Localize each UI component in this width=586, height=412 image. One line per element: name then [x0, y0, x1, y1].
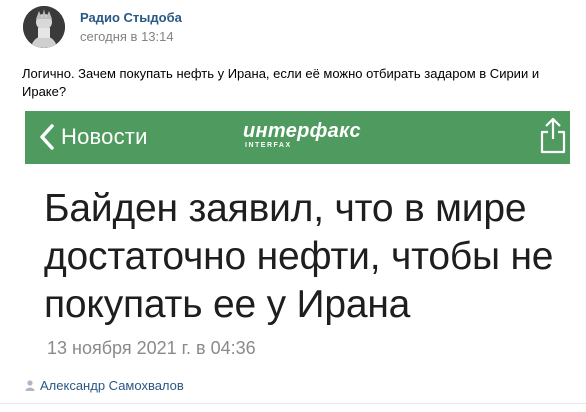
post-author-link[interactable]: Радио Стыдоба	[80, 10, 182, 25]
back-button[interactable]: Новости	[39, 121, 148, 153]
back-label: Новости	[61, 124, 148, 149]
post-divider	[0, 403, 586, 404]
attached-screenshot[interactable]: Новости интерфакс INTERFAX Байден заявил…	[22, 111, 570, 371]
article-date: 13 ноября 2021 г. в 04:36	[47, 338, 256, 358]
article-headline: Байден заявил, что в мире достаточно неф…	[44, 187, 554, 326]
post-signer[interactable]: Александр Самохвалов	[25, 378, 184, 393]
wall-post: Радио Стыдоба сегодня в 13:14 Логично. З…	[0, 0, 586, 412]
share-button[interactable]	[537, 115, 569, 155]
signer-name: Александр Самохвалов	[40, 378, 184, 393]
share-icon	[540, 117, 566, 154]
news-app-header: Новости интерфакс INTERFAX	[25, 111, 570, 164]
avatar-image	[23, 6, 65, 48]
avatar[interactable]	[23, 6, 65, 48]
user-icon	[25, 380, 35, 391]
logo-text: интерфакс	[243, 120, 361, 142]
chevron-left-icon	[40, 124, 54, 150]
post-timestamp[interactable]: сегодня в 13:14	[80, 29, 174, 44]
post-text: Логично. Зачем покупать нефть у Ирана, е…	[22, 66, 540, 99]
interfax-logo: интерфакс INTERFAX	[243, 120, 383, 156]
logo-subtext: INTERFAX	[245, 142, 292, 149]
